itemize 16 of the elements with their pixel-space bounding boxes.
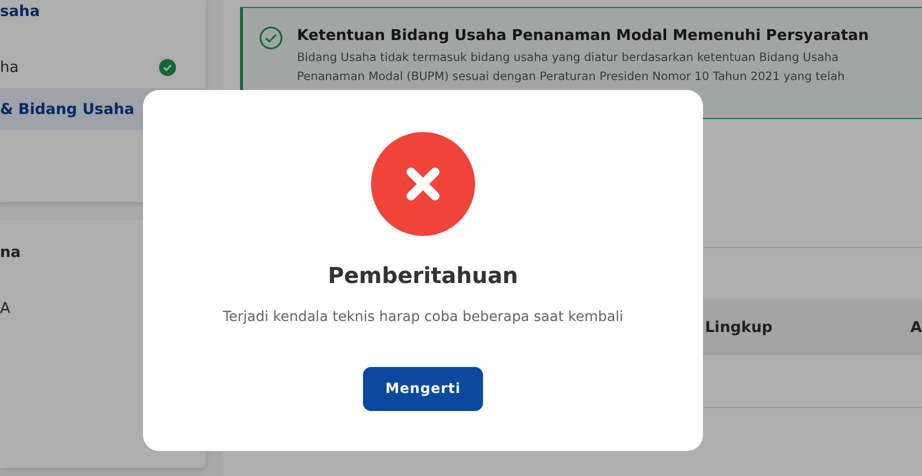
sidebar-item[interactable]: ha — [0, 46, 206, 88]
dialog-message: Terjadi kendala teknis harap coba beberapa saat kembali — [222, 309, 624, 325]
column-header: Lingkup — [705, 318, 773, 336]
alert-message: Bidang Usaha tidak termasuk bidang usaha yang diatur berdasarkan ketentuan Bidang Usaha Penanaman Modal (BUPM) sesuai dengan Peraturan Presiden Nomor 10 Tahun 2021 yang telah — [297, 49, 846, 85]
check-icon — [159, 58, 176, 76]
dialog-title: Pemberitahuan — [328, 264, 518, 289]
sidebar-item-label: ha — [0, 58, 19, 76]
alert-title: Ketentuan Bidang Usaha Penanaman Modal Memenuhi Persyaratan — [297, 26, 869, 44]
understood-button[interactable]: Mengerti — [363, 367, 483, 411]
error-icon — [371, 132, 475, 236]
column-header: A — [910, 318, 922, 336]
check-circle-icon — [259, 26, 283, 50]
sidebar-section-title: saha — [0, 1, 41, 20]
sidebar-item-label: & Bidang Usaha — [0, 100, 134, 118]
sidebar-section-title: na — [0, 242, 22, 261]
sidebar-item-label: A — [0, 299, 10, 317]
